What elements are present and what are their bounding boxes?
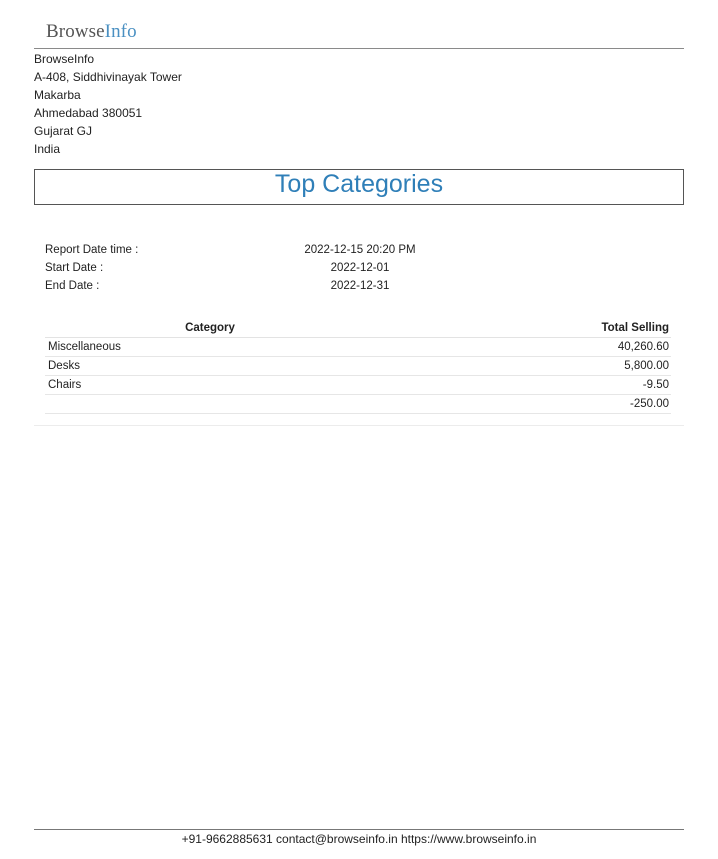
address-line-1: A-408, Siddhivinayak Tower bbox=[34, 70, 182, 84]
report-datetime-value: 2022-12-15 20:20 PM bbox=[304, 244, 416, 256]
logo-text-info: Info bbox=[104, 21, 137, 42]
categories-table: Category Total Selling Miscellaneous 40,… bbox=[45, 320, 671, 414]
table-row: Desks 5,800.00 bbox=[45, 356, 671, 376]
footer-website: https://www.browseinfo.in bbox=[400, 832, 537, 846]
company-address: BrowseInfo A-408, Siddhivinayak Tower Ma… bbox=[34, 50, 182, 158]
category-cell: Desks bbox=[45, 356, 375, 376]
company-logo: BrowseInfo bbox=[46, 20, 137, 44]
footer-email: contact@browseinfo.in bbox=[276, 832, 398, 846]
footer-divider bbox=[34, 829, 684, 830]
total-selling-cell: 5,800.00 bbox=[375, 356, 671, 376]
table-row: -250.00 bbox=[45, 394, 671, 414]
logo-text-browse: Browse bbox=[46, 21, 105, 42]
info-row-start-date: Start Date : 2022-12-01 bbox=[45, 259, 465, 277]
total-selling-cell: 40,260.60 bbox=[375, 337, 671, 357]
footer-phone: +91-9662885631 bbox=[181, 832, 273, 846]
company-name: BrowseInfo bbox=[34, 52, 95, 66]
address-line-3: Ahmedabad 380051 bbox=[34, 106, 143, 120]
report-page: BrowseInfo BrowseInfo A-408, Siddhivinay… bbox=[34, 0, 684, 859]
page-footer: +91-9662885631 contact@browseinfo.in htt… bbox=[34, 831, 684, 847]
address-line-4: Gujarat GJ bbox=[34, 124, 93, 138]
info-row-end-date: End Date : 2022-12-31 bbox=[45, 277, 465, 295]
start-date-value: 2022-12-01 bbox=[330, 262, 390, 274]
address-country: India bbox=[34, 142, 61, 156]
report-title-box: Top Categories bbox=[34, 169, 684, 205]
table-row: Miscellaneous 40,260.60 bbox=[45, 337, 671, 357]
info-row-report-datetime: Report Date time : 2022-12-15 20:20 PM bbox=[45, 241, 465, 259]
address-line-2: Makarba bbox=[34, 88, 81, 102]
category-cell bbox=[45, 394, 375, 414]
content-divider bbox=[34, 425, 684, 426]
report-info: Report Date time : 2022-12-15 20:20 PM S… bbox=[45, 241, 465, 295]
column-header-total-selling: Total Selling bbox=[375, 320, 671, 338]
total-selling-cell: -9.50 bbox=[375, 375, 671, 395]
report-datetime-label: Report Date time : bbox=[45, 244, 139, 256]
header-divider bbox=[34, 48, 684, 49]
category-cell: Chairs bbox=[45, 375, 375, 395]
table-header-row: Category Total Selling bbox=[45, 320, 671, 338]
report-title: Top Categories bbox=[274, 170, 444, 198]
start-date-label: Start Date : bbox=[45, 262, 104, 274]
column-header-category: Category bbox=[45, 320, 375, 338]
end-date-value: 2022-12-31 bbox=[330, 280, 390, 292]
total-selling-cell: -250.00 bbox=[375, 394, 671, 414]
end-date-label: End Date : bbox=[45, 280, 100, 292]
category-cell: Miscellaneous bbox=[45, 337, 375, 357]
table-row: Chairs -9.50 bbox=[45, 375, 671, 395]
